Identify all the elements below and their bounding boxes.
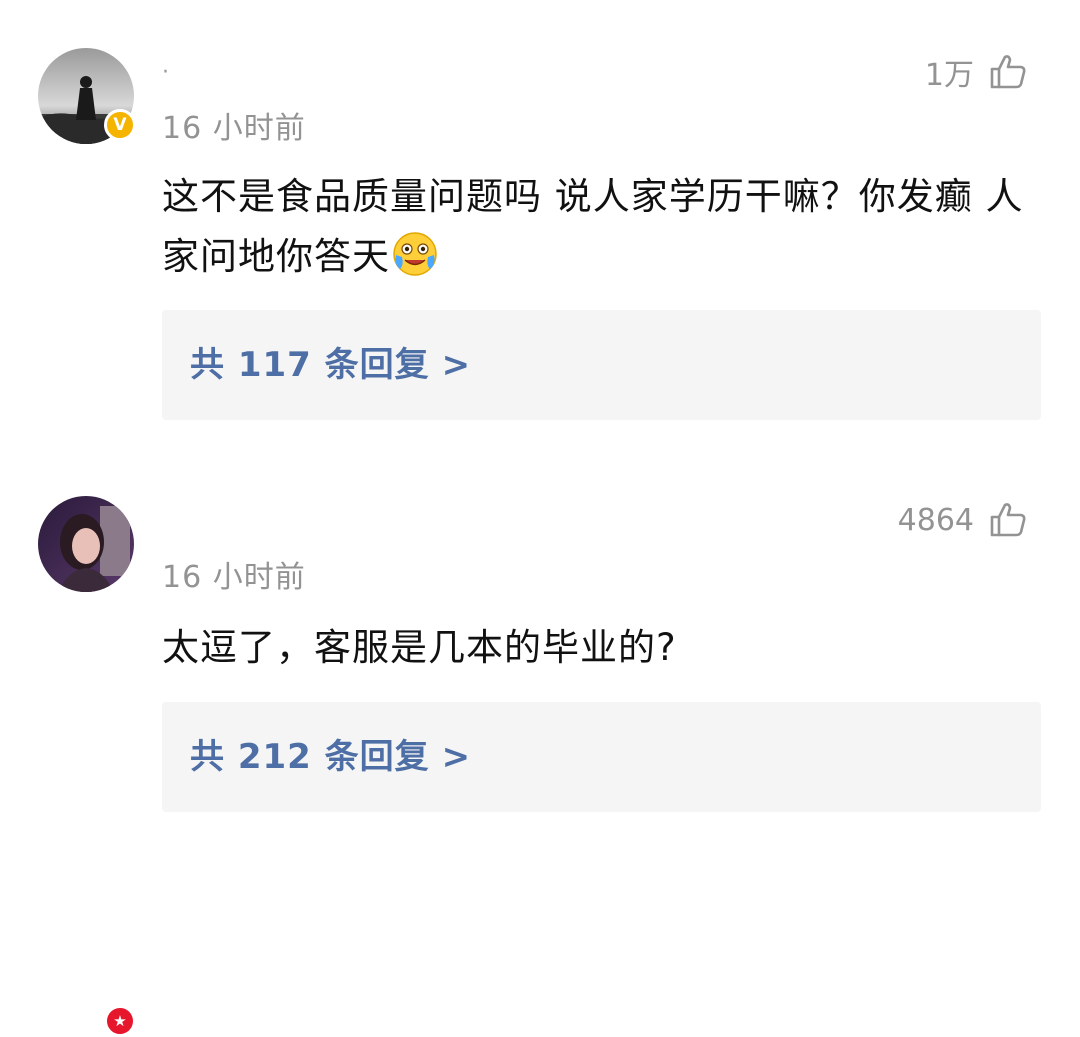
avatar-image <box>38 496 134 592</box>
like-count: 1万 <box>924 58 974 93</box>
thumbs-up-icon <box>990 55 1026 89</box>
username[interactable]: · <box>162 60 169 85</box>
comment-time: 16 小时前 <box>162 111 306 146</box>
chevron-right-icon: > <box>441 345 472 385</box>
comment-text: 这不是食品质量问题吗 说人家学历干嘛？你发癫 人家问地你答天 <box>162 167 1042 287</box>
comment-item: ★ 16 小时前 4864 太逗了，客服是几本的毕业的? 共 212 条回复 > <box>0 450 1080 1037</box>
view-replies-link[interactable]: 共 212 条回复 > <box>190 702 471 812</box>
comment-time: 16 小时前 <box>162 560 306 595</box>
like-count: 4864 <box>897 502 974 538</box>
replies-box[interactable]: 共 117 条回复 > <box>162 310 1041 420</box>
crying-laughing-emoji-icon <box>393 232 437 276</box>
chevron-right-icon: > <box>441 737 472 777</box>
replies-label: 共 117 条回复 <box>190 345 430 385</box>
avatar[interactable] <box>38 496 134 592</box>
comment-text-body: 太逗了，客服是几本的毕业的? <box>162 626 677 669</box>
comment-item: V · 16 小时前 1万 这不是食品质量问题吗 说人家学历干嘛？你发癫 人家问… <box>0 0 1080 450</box>
star-badge-icon: ★ <box>104 1005 136 1037</box>
verified-badge-icon: V <box>104 109 136 141</box>
comment-text: 太逗了，客服是几本的毕业的? <box>162 618 1042 678</box>
view-replies-link[interactable]: 共 117 条回复 > <box>190 310 471 420</box>
thumbs-up-icon <box>990 503 1026 537</box>
replies-label: 共 212 条回复 <box>190 737 430 777</box>
like-button[interactable]: 1万 <box>925 50 1028 94</box>
replies-box[interactable]: 共 212 条回复 > <box>162 702 1041 812</box>
comment-text-body: 这不是食品质量问题吗 说人家学历干嘛？你发癫 人家问地你答天 <box>162 175 1024 278</box>
like-button[interactable]: 4864 <box>898 500 1028 540</box>
